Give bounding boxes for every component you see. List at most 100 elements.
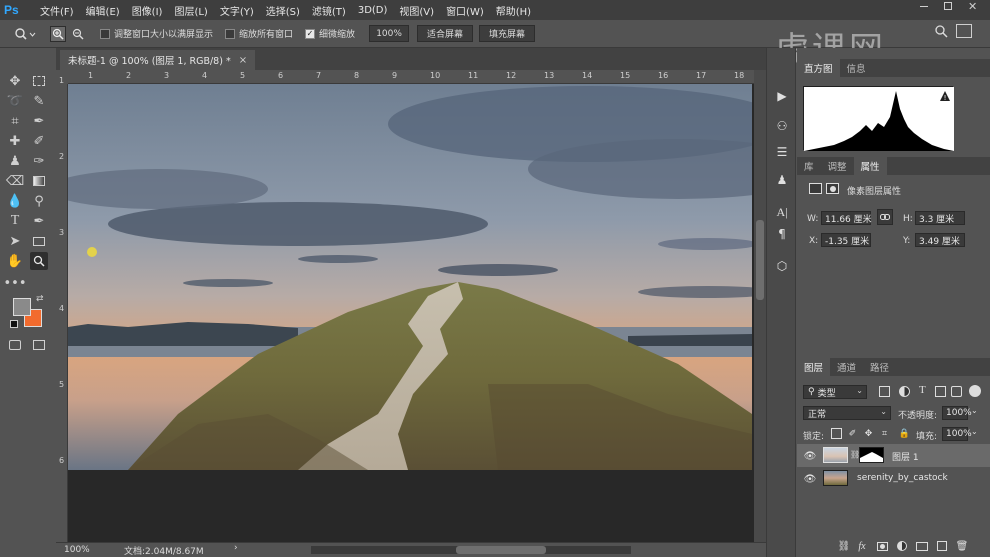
paragraph-icon[interactable]: ¶ [774,226,790,242]
pen-tool-icon[interactable]: ✒ [30,212,48,230]
zoom-all-box[interactable] [225,28,236,39]
adjustment-layer-icon[interactable] [895,539,909,553]
document-tab[interactable]: 未标题-1 @ 100% (图层 1, RGB/8) * × [60,50,256,70]
scrubby-zoom-checkbox[interactable]: ✓ 细微缩放 [305,27,355,40]
status-menu-arrow[interactable]: › [234,543,238,553]
history-brush-tool-icon[interactable]: ✑ [30,152,48,170]
default-colors-icon[interactable] [10,320,18,328]
menu-type[interactable]: 文字(Y) [214,3,260,18]
horizontal-scrollbar[interactable] [311,546,631,554]
lock-move-icon[interactable]: ✥ [863,428,874,439]
rectangle-tool-icon[interactable] [30,232,48,250]
more-tools-icon[interactable]: ••• [4,274,27,292]
fill-screen-button[interactable]: 填充屏幕 [479,25,536,42]
foreground-color-swatch[interactable] [13,298,31,316]
move-tool-icon[interactable]: ✥ [6,72,24,90]
menu-view[interactable]: 视图(V) [393,3,440,18]
menu-file[interactable]: 文件(F) [34,3,80,18]
clone-stamp-tool-icon[interactable]: ♟ [6,152,24,170]
workspace-icon[interactable] [956,24,972,38]
zoom-in-icon[interactable] [50,25,66,42]
tab-paths[interactable]: 路径 [863,358,896,376]
healing-brush-tool-icon[interactable]: ✚ [6,132,24,150]
menu-help[interactable]: 帮助(H) [490,3,537,18]
lock-brush-icon[interactable]: ✐ [847,428,858,439]
opacity-field[interactable]: 100% [942,406,972,420]
menu-select[interactable]: 选择(S) [260,3,306,18]
filter-adjust-icon[interactable] [899,386,910,397]
filter-kind-select[interactable]: ⚲ 类型 ⌄ [803,385,867,399]
gradient-tool-icon[interactable] [30,172,48,190]
zoom-value-field[interactable]: 100% [369,25,410,42]
path-select-tool-icon[interactable]: ➤ [6,232,24,250]
tab-libraries[interactable]: 库 [797,157,821,175]
zoom-all-checkbox[interactable]: 缩放所有窗口 [225,27,293,40]
filter-smart-icon[interactable] [951,386,962,397]
menu-layer[interactable]: 图层(L) [168,3,213,18]
blur-tool-icon[interactable]: 💧 [6,192,24,210]
tab-info[interactable]: 信息 [840,59,873,77]
resize-windows-box[interactable] [100,28,110,39]
width-field[interactable]: 11.66 厘米 [821,211,872,225]
mask-icon[interactable] [826,183,839,194]
dodge-tool-icon[interactable]: ⚲ [30,192,48,210]
lock-all-icon[interactable]: 🔒 [899,428,910,439]
visibility-eye-icon-2[interactable]: 👁 [803,472,817,486]
type-tool-icon[interactable]: T [6,212,24,230]
status-zoom[interactable]: 100% [64,545,94,555]
layer-row-layer1[interactable]: 👁 ⛓ 图层 1 [797,444,990,467]
brush-tool-icon[interactable]: ✐ [30,132,48,150]
crop-tool-icon[interactable]: ⌗ [6,112,24,130]
tab-channels[interactable]: 通道 [830,358,863,376]
fx-icon[interactable]: fx [855,539,869,553]
screen-mode-icon[interactable] [30,336,48,354]
hand-tool-icon[interactable]: ✋ [6,252,24,270]
menu-image[interactable]: 图像(I) [126,3,169,18]
filter-toggle-icon[interactable] [969,385,981,397]
fill-field[interactable]: 100% [942,427,972,441]
y-field[interactable]: 3.49 厘米 [915,233,965,247]
layer1-mask-thumbnail[interactable] [859,447,884,463]
tab-adjustments[interactable]: 调整 [821,157,854,175]
eyedropper-tool-icon[interactable]: ✒ [30,112,48,130]
lock-artboard-icon[interactable]: ⌗ [879,428,890,439]
warning-icon[interactable]: ! [939,90,951,102]
menu-edit[interactable]: 编辑(E) [80,3,126,18]
close-window-icon[interactable]: ✕ [968,0,977,13]
tab-layers[interactable]: 图层 [797,358,831,376]
blend-mode-select[interactable]: 正常 ⌄ [803,406,891,420]
eraser-tool-icon[interactable]: ⌫ [6,172,24,190]
lasso-tool-icon[interactable]: ➰ [6,92,24,110]
layer-row-serenity[interactable]: 👁 serenity_by_castock [797,467,990,490]
new-layer-icon[interactable] [935,539,949,553]
tab-properties[interactable]: 属性 [853,157,887,175]
horizontal-scroll-thumb[interactable] [456,546,546,554]
fit-screen-button[interactable]: 适合屏幕 [417,25,474,42]
menu-filter[interactable]: 滤镜(T) [306,3,352,18]
play-icon[interactable]: ▶ [774,88,790,104]
filter-type-icon[interactable]: T [919,384,926,396]
vertical-scrollbar[interactable] [754,70,766,542]
new-group-icon[interactable] [915,539,929,553]
menu-3d[interactable]: 3D(D) [352,5,394,16]
switch-colors-icon[interactable]: ⇄ [36,294,44,304]
tab-histogram[interactable]: 直方图 [797,59,840,77]
filter-pixel-icon[interactable] [879,386,890,397]
close-tab-icon[interactable]: × [239,55,247,66]
x-field[interactable]: -1.35 厘米 [821,233,871,247]
zoom-out-icon[interactable] [70,26,86,42]
max-icon[interactable] [944,2,952,10]
lock-transparent-icon[interactable] [831,428,842,439]
zoom-tool-preset-icon[interactable] [14,27,40,41]
filter-shape-icon[interactable] [935,386,946,397]
menu-window[interactable]: 窗口(W) [440,3,490,18]
vertical-scroll-thumb[interactable] [756,220,764,300]
quick-mask-icon[interactable] [6,336,24,354]
opacity-chevron-icon[interactable]: ⌄ [971,406,978,415]
min-icon[interactable] [920,6,928,7]
link-layers-icon[interactable]: ⛓ [837,539,851,553]
scrubby-zoom-box[interactable]: ✓ [305,28,316,39]
image-canvas[interactable] [68,84,752,470]
zoom-tool-icon[interactable] [30,252,48,270]
resize-windows-checkbox[interactable]: 调整窗口大小以满屏显示 [100,27,213,40]
